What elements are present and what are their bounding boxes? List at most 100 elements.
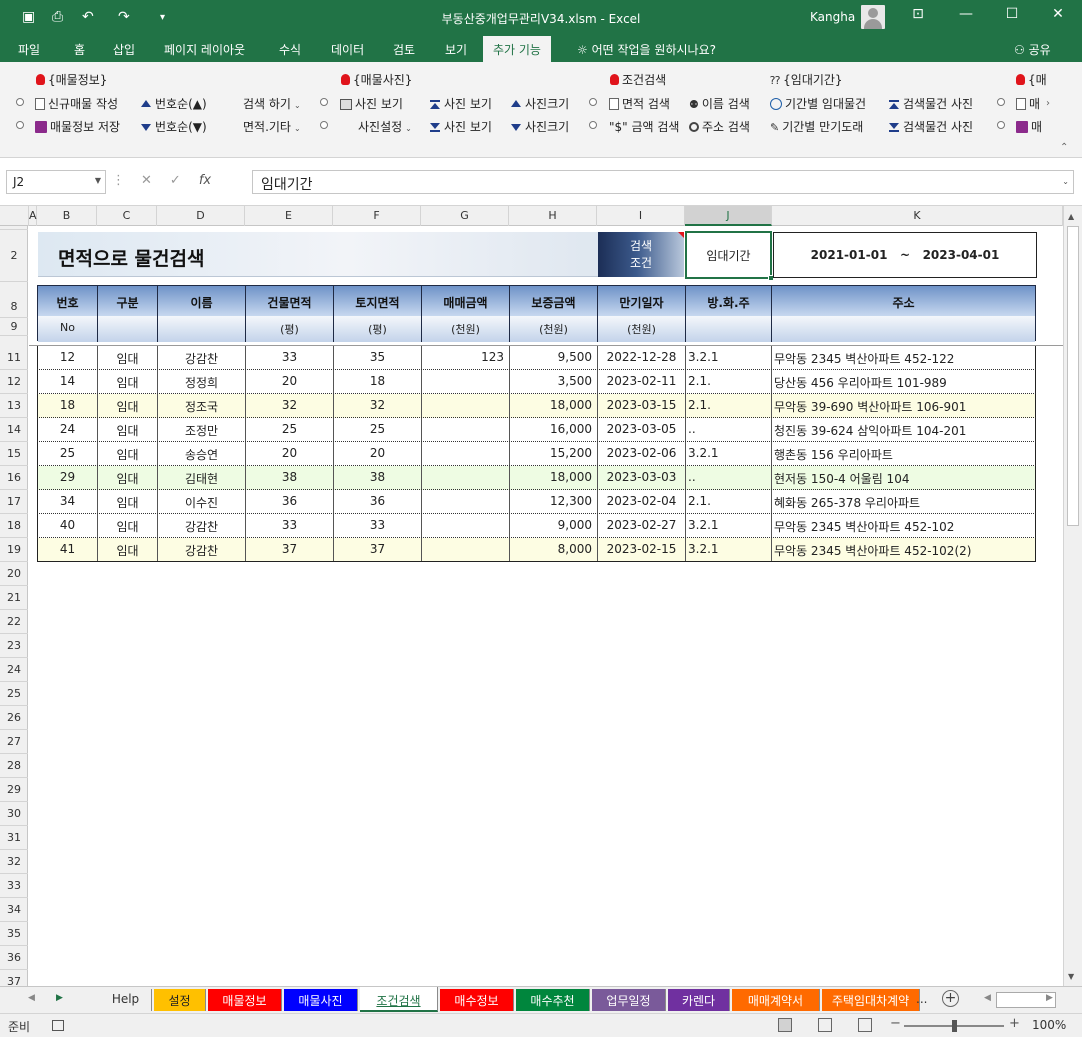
row-header[interactable]: 34 bbox=[0, 898, 28, 922]
maximize-icon[interactable]: ☐ bbox=[1002, 6, 1022, 22]
cell-bldg[interactable]: 38 bbox=[246, 466, 334, 489]
cell-sale[interactable] bbox=[422, 394, 510, 417]
cell-sale[interactable] bbox=[422, 418, 510, 441]
cell-no[interactable]: 29 bbox=[38, 466, 98, 489]
cell-no[interactable]: 25 bbox=[38, 442, 98, 465]
row-header[interactable]: 32 bbox=[0, 850, 28, 874]
cell-expire[interactable]: 2022-12-28 bbox=[598, 346, 686, 369]
cell-bldg[interactable]: 36 bbox=[246, 490, 334, 513]
cell-sale[interactable] bbox=[422, 370, 510, 393]
cell-addr[interactable]: 무악동 2345 벽산아파트 452-102(2) bbox=[772, 538, 1033, 561]
cell-rooms[interactable]: 3.2.1 bbox=[686, 538, 772, 561]
table-row[interactable]: 29 임대 김태현 38 38 18,000 2023-03-03.. 현저동 150-4 어… bbox=[37, 466, 1036, 490]
row-header[interactable]: 28 bbox=[0, 754, 28, 778]
close-icon[interactable]: ✕ bbox=[1048, 6, 1068, 22]
photo-prev-button[interactable]: 사진 보기 bbox=[430, 95, 492, 112]
table-row[interactable]: 24 임대 조정만 25 25 16,000 2023-03-05.. 청진동 39-624 … bbox=[37, 418, 1036, 442]
tell-me-search[interactable]: ☼ 어떤 작업을 원하시나요? bbox=[577, 41, 716, 58]
cell-addr[interactable]: 행촌동 156 우리아파트 bbox=[772, 442, 1033, 465]
cell-rooms[interactable]: 2.1. bbox=[686, 394, 772, 417]
search-result-photo-prev-button[interactable]: 검색물건 사진 bbox=[889, 95, 973, 112]
zoom-out-icon[interactable]: − bbox=[890, 1016, 901, 1031]
cell-bldg[interactable]: 20 bbox=[246, 442, 334, 465]
condition-cell-selected[interactable]: 임대기간 bbox=[685, 231, 774, 281]
cut-button-1[interactable]: 매 bbox=[1016, 95, 1040, 112]
cell-expire[interactable]: 2023-03-15 bbox=[598, 394, 686, 417]
cell-addr[interactable]: 당산동 456 우리아파트 101-989 bbox=[772, 370, 1033, 393]
macro-record-icon[interactable] bbox=[52, 1020, 64, 1031]
cell-sale[interactable] bbox=[422, 466, 510, 489]
sort-asc-button[interactable]: 번호순(▲) bbox=[141, 95, 207, 112]
cell-type[interactable]: 임대 bbox=[98, 394, 158, 417]
row-header[interactable]: 26 bbox=[0, 706, 28, 730]
confirm-icon[interactable]: ✓ bbox=[170, 173, 181, 188]
cell-expire[interactable]: 2023-02-06 bbox=[598, 442, 686, 465]
zoom-slider-knob[interactable] bbox=[952, 1020, 957, 1032]
cell-deposit[interactable]: 3,500 bbox=[510, 370, 598, 393]
row-header[interactable]: 9 bbox=[0, 318, 28, 336]
cancel-icon[interactable]: ✕ bbox=[141, 173, 152, 188]
cell-name[interactable]: 이수진 bbox=[158, 490, 246, 513]
sheet-tab[interactable]: 주택임대차계약 bbox=[822, 989, 920, 1011]
hscroll-right-icon[interactable]: ▶ bbox=[1046, 993, 1053, 1003]
scroll-thumb[interactable] bbox=[1067, 226, 1079, 526]
cell-addr[interactable]: 현저동 150-4 어울림 104 bbox=[772, 466, 1033, 489]
row-header[interactable]: 17 bbox=[0, 490, 28, 514]
cell-expire[interactable]: 2023-02-11 bbox=[598, 370, 686, 393]
row-header[interactable]: 21 bbox=[0, 586, 28, 610]
row-header[interactable]: 33 bbox=[0, 874, 28, 898]
date-range[interactable]: 2021-01-01 ~ 2023-04-01 bbox=[773, 232, 1037, 278]
tab-view[interactable]: 보기 bbox=[445, 41, 467, 58]
row-header[interactable]: 29 bbox=[0, 778, 28, 802]
row-header[interactable]: 25 bbox=[0, 682, 28, 706]
cell-name[interactable]: 송승연 bbox=[158, 442, 246, 465]
cell-land[interactable]: 36 bbox=[334, 490, 422, 513]
row-header[interactable]: 8 bbox=[0, 296, 28, 318]
tab-data[interactable]: 데이터 bbox=[331, 41, 364, 58]
zoom-in-icon[interactable]: + bbox=[1009, 1016, 1020, 1031]
table-row[interactable]: 41 임대 강감찬 37 37 8,000 2023-02-15 3.2.1 무악동 2345 … bbox=[37, 538, 1036, 562]
cell-land[interactable]: 33 bbox=[334, 514, 422, 537]
cell-rooms[interactable]: 3.2.1 bbox=[686, 442, 772, 465]
cell-deposit[interactable]: 8,000 bbox=[510, 538, 598, 561]
cell-type[interactable]: 임대 bbox=[98, 466, 158, 489]
new-sheet-icon[interactable]: + bbox=[942, 990, 959, 1007]
column-header[interactable]: H bbox=[509, 206, 597, 226]
name-search-button[interactable]: ⚉ 이름 검색 bbox=[689, 95, 750, 112]
radio-button[interactable] bbox=[589, 95, 597, 109]
cell-no[interactable]: 41 bbox=[38, 538, 98, 561]
tab-review[interactable]: 검토 bbox=[393, 41, 415, 58]
row-header[interactable]: 27 bbox=[0, 730, 28, 754]
view-photo-button[interactable]: 사진 보기 bbox=[340, 95, 403, 112]
cell-bldg[interactable]: 25 bbox=[246, 418, 334, 441]
row-header[interactable]: 30 bbox=[0, 802, 28, 826]
cell-land[interactable]: 25 bbox=[334, 418, 422, 441]
cell-sale[interactable]: 123 bbox=[422, 346, 510, 369]
collapse-ribbon-icon[interactable]: ⌃ bbox=[1060, 142, 1068, 153]
cell-bldg[interactable]: 32 bbox=[246, 394, 334, 417]
cell-deposit[interactable]: 12,300 bbox=[510, 490, 598, 513]
cell-no[interactable]: 40 bbox=[38, 514, 98, 537]
tab-home[interactable]: 홈 bbox=[74, 41, 85, 58]
zoom-level[interactable]: 100% bbox=[1032, 1018, 1066, 1032]
new-listing-button[interactable]: 신규매물 작성 bbox=[35, 95, 118, 112]
sheet-next-icon[interactable]: ▶ bbox=[56, 993, 63, 1003]
cell-no[interactable]: 34 bbox=[38, 490, 98, 513]
cell-rooms[interactable]: 3.2.1 bbox=[686, 346, 772, 369]
avatar[interactable] bbox=[861, 5, 885, 29]
sheet-tab[interactable]: 매물정보 bbox=[208, 989, 282, 1011]
column-header[interactable]: A bbox=[29, 206, 37, 226]
sheet-tab[interactable]: 업무일정 bbox=[592, 989, 666, 1011]
ribbon-display-icon[interactable]: ⊡ bbox=[908, 6, 928, 22]
sheet-tab[interactable]: Help bbox=[100, 989, 152, 1011]
cell-expire[interactable]: 2023-02-04 bbox=[598, 490, 686, 513]
normal-view-icon[interactable] bbox=[778, 1018, 792, 1032]
radio-button[interactable] bbox=[320, 118, 328, 132]
cell-no[interactable]: 12 bbox=[38, 346, 98, 369]
row-header[interactable]: 14 bbox=[0, 418, 28, 442]
cell-name[interactable]: 강감찬 bbox=[158, 346, 246, 369]
radio-button[interactable] bbox=[16, 118, 24, 132]
page-break-view-icon[interactable] bbox=[858, 1018, 872, 1032]
cell-name[interactable]: 강감찬 bbox=[158, 514, 246, 537]
sheet-tab[interactable]: 매수정보 bbox=[440, 989, 514, 1011]
